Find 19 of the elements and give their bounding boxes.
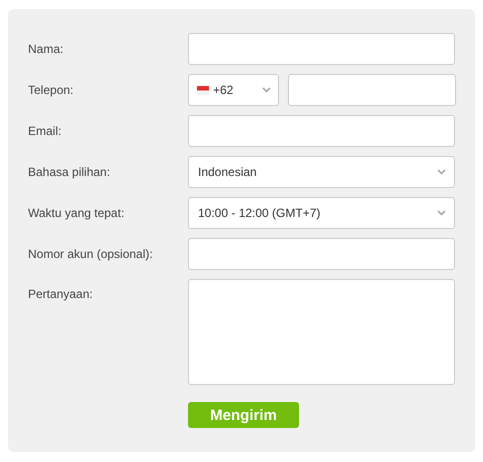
field-label: Email: [28, 123, 62, 140]
field-label: Pertanyaan: [28, 287, 94, 301]
text-field[interactable] [188, 115, 455, 147]
dropdown[interactable]: 10:00 - 12:00 (GMT+7) [188, 197, 455, 229]
text-field[interactable] [188, 238, 455, 270]
field-label: Telepon: [28, 82, 74, 99]
question-field[interactable] [188, 279, 455, 385]
field-label: Waktu yang tepat: [28, 205, 126, 222]
field-label: Bahasa pilihan: [28, 164, 112, 181]
chevron-down-icon [437, 210, 446, 216]
field-label: Nomor akun (opsional): [28, 246, 154, 263]
phone-field[interactable] [288, 74, 456, 106]
flag-icon [197, 86, 209, 94]
country-code-dropdown[interactable]: +62 [188, 74, 279, 106]
dropdown[interactable]: Indonesian [188, 156, 455, 188]
field-label: Nama: [28, 41, 64, 58]
chevron-down-icon [437, 169, 446, 175]
chevron-down-icon [262, 87, 271, 93]
text-field[interactable] [188, 33, 455, 65]
